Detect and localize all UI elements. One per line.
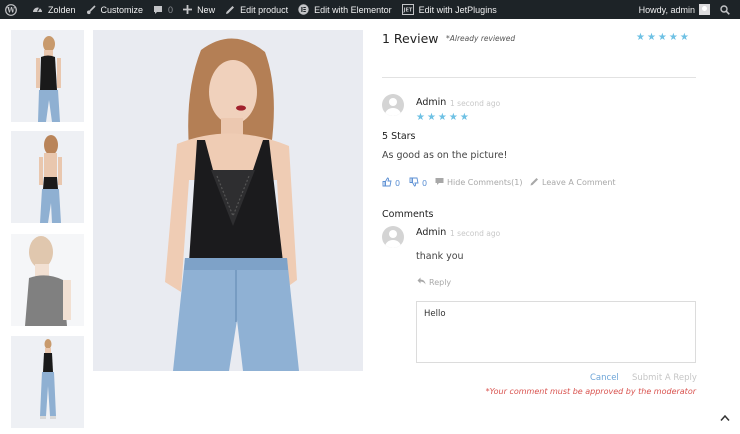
paintbrush-icon [86, 4, 96, 15]
thumbs-down-icon [409, 177, 419, 189]
like-count: 0 [395, 178, 401, 188]
edit-product-label: Edit product [240, 4, 289, 15]
chevron-up-icon [720, 414, 730, 425]
reply-label: Reply [429, 277, 452, 287]
new-label: New [197, 4, 216, 15]
leave-comment-button[interactable]: Leave A Comment [530, 177, 616, 188]
thumbs-up-icon [382, 177, 392, 189]
comment-bubble-icon [153, 5, 163, 15]
moderation-note: *Your comment must be approved by the mo… [485, 387, 696, 396]
reply-textarea[interactable]: Hello [416, 301, 696, 363]
commenter-avatar [382, 226, 404, 248]
model-full-body-image [11, 336, 84, 428]
wordpress-menu[interactable]: W [0, 0, 27, 19]
new-content-menu[interactable]: New [178, 0, 220, 19]
gallery-thumbnail-2[interactable] [11, 131, 84, 223]
model-closeup-image [11, 234, 84, 326]
wp-admin-bar: W Zolden Customize 0 New Edit product Ed… [0, 0, 740, 19]
customize-link[interactable]: Customize [81, 0, 149, 19]
elementor-icon [298, 4, 309, 15]
customize-label: Customize [100, 4, 144, 15]
hide-comments-label: Hide Comments(1) [447, 178, 523, 187]
model-front-image [11, 30, 84, 122]
edit-jetplugins-label: Edit with JetPlugins [418, 4, 497, 15]
gallery-thumbnail-1[interactable] [11, 30, 84, 122]
comments-link[interactable]: 0 [148, 0, 178, 19]
dislike-button[interactable]: 0 [409, 177, 427, 189]
pencil-icon [225, 5, 235, 15]
site-name: Zolden [48, 4, 76, 15]
howdy-label: Howdy, admin [638, 4, 695, 15]
comment-time: 1 second ago [450, 229, 501, 238]
reply-arrow-icon [417, 277, 426, 287]
review-heading: 5 Stars [382, 131, 416, 142]
average-rating-stars: ★★★★★ [636, 32, 691, 43]
comment-author: Admin [416, 227, 447, 238]
edit-elementor-label: Edit with Elementor [314, 4, 392, 15]
review-body: As good as on the picture! [382, 150, 508, 161]
review-rating-stars: ★★★★★ [416, 112, 471, 123]
reviews-divider [382, 77, 696, 78]
comments-count: 0 [168, 4, 174, 15]
comments-heading: Comments [382, 209, 434, 220]
product-main-image[interactable] [93, 30, 363, 371]
already-reviewed-note: *Already reviewed [446, 34, 516, 43]
reviewer-avatar [382, 94, 404, 116]
model-portrait-image [93, 30, 363, 371]
dislike-count: 0 [422, 178, 428, 188]
search-icon [720, 4, 730, 15]
reviews-count-title: 1 Review [382, 31, 439, 46]
edit-product-link[interactable]: Edit product [220, 0, 293, 19]
review-time: 1 second ago [450, 99, 501, 108]
submit-reply-button[interactable]: Submit A Reply [632, 373, 697, 383]
svg-text:JET: JET [402, 8, 412, 14]
like-button[interactable]: 0 [382, 177, 400, 189]
comment-body: thank you [416, 251, 464, 262]
pencil-icon [530, 177, 539, 188]
model-back-image [11, 131, 84, 223]
svg-text:W: W [6, 5, 15, 14]
review-author: Admin [416, 97, 447, 108]
dashboard-icon [32, 4, 43, 15]
plus-icon [183, 5, 193, 14]
gallery-thumbnail-4[interactable] [11, 336, 84, 428]
reply-button[interactable]: Reply [417, 277, 451, 287]
admin-search[interactable] [715, 0, 740, 19]
gallery-thumbnail-3[interactable] [11, 234, 84, 326]
edit-jetplugins-link[interactable]: JET Edit with JetPlugins [397, 0, 502, 19]
cancel-button[interactable]: Cancel [590, 373, 619, 383]
site-name-menu[interactable]: Zolden [27, 0, 81, 19]
jetplugins-icon: JET [401, 4, 414, 15]
scroll-to-top-button[interactable] [720, 414, 730, 425]
leave-comment-label: Leave A Comment [542, 178, 616, 187]
comment-icon [435, 177, 444, 188]
edit-elementor-link[interactable]: Edit with Elementor [293, 0, 397, 19]
admin-avatar [699, 4, 710, 15]
wordpress-logo-icon: W [5, 3, 17, 16]
hide-comments-button[interactable]: Hide Comments(1) [435, 177, 522, 188]
my-account-menu[interactable]: Howdy, admin [634, 0, 715, 19]
